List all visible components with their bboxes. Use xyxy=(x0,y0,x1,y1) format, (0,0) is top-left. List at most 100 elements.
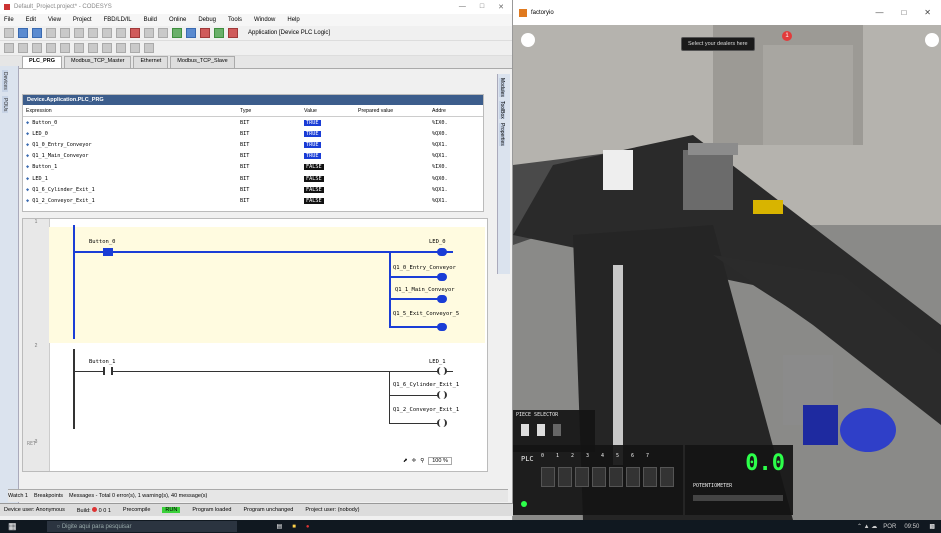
piece-button-1[interactable] xyxy=(521,424,529,436)
toolbox-side-tab[interactable]: ToolBox xyxy=(499,100,505,119)
new-icon[interactable] xyxy=(4,28,14,38)
plc-switch-3[interactable] xyxy=(592,467,606,487)
tab-modbus-tcp-slave[interactable]: Modbus_TCP_Slave xyxy=(170,56,235,68)
coil-q1-2[interactable] xyxy=(437,419,447,427)
properties-side-tab[interactable]: Properties xyxy=(499,122,505,146)
ld-negate-icon[interactable] xyxy=(116,43,126,53)
coil-q1-5[interactable] xyxy=(437,323,447,331)
menu-window[interactable]: Window xyxy=(254,17,275,23)
menu-tools[interactable]: Tools xyxy=(228,17,242,23)
watch-prepared-value[interactable] xyxy=(355,151,429,162)
print-icon[interactable] xyxy=(46,28,56,38)
watch-prepared-value[interactable] xyxy=(355,117,429,129)
watch-row[interactable]: ◆ Button_0 BIT TRUE %IX0. xyxy=(23,117,483,129)
pointer-icon[interactable]: ⬈ xyxy=(403,458,408,464)
plc-switch-7[interactable] xyxy=(660,467,674,487)
menu-project[interactable]: Project xyxy=(73,17,92,23)
build-icon[interactable] xyxy=(172,28,182,38)
replace-icon[interactable] xyxy=(158,28,168,38)
menu-edit[interactable]: Edit xyxy=(26,17,36,23)
coil-led-1[interactable] xyxy=(437,367,447,375)
col-type[interactable]: Type xyxy=(237,105,301,117)
coil-led-0[interactable] xyxy=(437,248,447,256)
plc-switch-2[interactable] xyxy=(575,467,589,487)
save-icon[interactable] xyxy=(32,28,42,38)
language-indicator[interactable]: POR xyxy=(883,524,896,530)
magnifier-icon[interactable]: ⚲ xyxy=(420,458,424,464)
windows-start-icon[interactable]: ▦ xyxy=(8,521,17,532)
watch-row[interactable]: ◆ Q1_2_Conveyor_Exit_1 BIT FALSE %QX1. xyxy=(23,195,483,206)
factory-close-icon[interactable]: ✕ xyxy=(924,8,931,17)
logout-icon[interactable] xyxy=(200,28,210,38)
undo-icon[interactable] xyxy=(60,28,70,38)
col-address[interactable]: Addre xyxy=(429,105,483,117)
menu-file[interactable]: File xyxy=(4,17,14,23)
plc-switch-1[interactable] xyxy=(558,467,572,487)
building-icon[interactable] xyxy=(521,33,535,47)
tab-plc-prg[interactable]: PLC_PRG xyxy=(22,56,62,68)
ld-comment-icon[interactable] xyxy=(102,43,112,53)
ld-parallel-icon[interactable] xyxy=(46,43,56,53)
menu-online[interactable]: Online xyxy=(169,17,186,23)
watch-row[interactable]: ◆ Q1_6_Cylinder_Exit_1 BIT FALSE %QX1. xyxy=(23,184,483,195)
factory-maximize-icon[interactable]: □ xyxy=(901,8,906,17)
exit-icon[interactable] xyxy=(925,33,939,47)
stop-icon[interactable] xyxy=(228,28,238,38)
paste-icon[interactable] xyxy=(116,28,126,38)
watch-prepared-value[interactable] xyxy=(355,184,429,195)
modules-side-tab[interactable]: Modules xyxy=(499,78,505,97)
copy-icon[interactable] xyxy=(102,28,112,38)
col-expression[interactable]: Expression xyxy=(23,105,237,117)
menu-view[interactable]: View xyxy=(48,17,61,23)
task-view-icon[interactable]: ▤ xyxy=(277,523,283,530)
watch-row[interactable]: ◆ Q1_0_Entry_Conveyor BIT TRUE %QX1. xyxy=(23,139,483,150)
start-icon[interactable] xyxy=(214,28,224,38)
breakpoints-tab[interactable]: Breakpoints xyxy=(34,493,63,499)
codesys-taskbar-icon[interactable]: ● xyxy=(306,524,310,530)
plc-switch-4[interactable] xyxy=(609,467,623,487)
contact-button-1[interactable] xyxy=(103,367,113,375)
plc-switch-6[interactable] xyxy=(643,467,657,487)
minimize-icon[interactable]: — xyxy=(459,3,466,11)
coil-q1-6[interactable] xyxy=(437,391,447,399)
clock[interactable]: 09:50 xyxy=(904,524,919,530)
contact-button-0[interactable] xyxy=(103,248,113,256)
system-tray-icons[interactable]: ⌃ ▲ ☁ xyxy=(857,523,877,530)
watch-1-tab[interactable]: Watch 1 xyxy=(8,493,28,499)
factory-minimize-icon[interactable]: — xyxy=(875,8,883,17)
cut-icon[interactable] xyxy=(88,28,98,38)
menu-debug[interactable]: Debug xyxy=(198,17,216,23)
ld-box-icon[interactable] xyxy=(32,43,42,53)
file-explorer-icon[interactable]: ■ xyxy=(292,524,296,530)
plc-switch-0[interactable] xyxy=(541,467,555,487)
menu-build[interactable]: Build xyxy=(144,17,157,23)
login-icon[interactable] xyxy=(186,28,196,38)
col-prepared-value[interactable]: Prepared value xyxy=(355,105,429,117)
menu-fbd-ld-il[interactable]: FBD/LD/IL xyxy=(104,17,132,23)
ld-reset-icon[interactable] xyxy=(144,43,154,53)
redo-icon[interactable] xyxy=(74,28,84,38)
watch-prepared-value[interactable] xyxy=(355,162,429,173)
potentiometer-slider[interactable] xyxy=(693,495,783,501)
tab-modbus-tcp-master[interactable]: Modbus_TCP_Master xyxy=(63,56,132,68)
pous-side-tab[interactable]: POUs xyxy=(2,95,8,114)
pan-icon[interactable]: ✛ xyxy=(412,458,417,464)
active-application[interactable]: Application [Device PLC Logic] xyxy=(248,30,330,36)
watch-prepared-value[interactable] xyxy=(355,139,429,150)
ld-return-icon[interactable] xyxy=(88,43,98,53)
ld-jump-icon[interactable] xyxy=(74,43,84,53)
coil-q1-1[interactable] xyxy=(437,295,447,303)
watch-row[interactable]: ◆ Button_1 BIT FALSE %IX0. xyxy=(23,162,483,173)
zoom-select[interactable]: 100 % xyxy=(428,457,452,465)
tab-ethernet[interactable]: Ethernet xyxy=(133,56,169,68)
delete-icon[interactable] xyxy=(130,28,140,38)
ld-contact-icon[interactable] xyxy=(4,43,14,53)
coil-q1-0[interactable] xyxy=(437,273,447,281)
find-icon[interactable] xyxy=(144,28,154,38)
col-value[interactable]: Value xyxy=(301,105,355,117)
notifications-icon[interactable]: ▩ xyxy=(929,523,935,530)
watch-row[interactable]: ◆ Q1_1_Main_Conveyor BIT TRUE %QX1. xyxy=(23,151,483,162)
watch-prepared-value[interactable] xyxy=(355,195,429,206)
ld-set-icon[interactable] xyxy=(130,43,140,53)
ld-coil-icon[interactable] xyxy=(18,43,28,53)
